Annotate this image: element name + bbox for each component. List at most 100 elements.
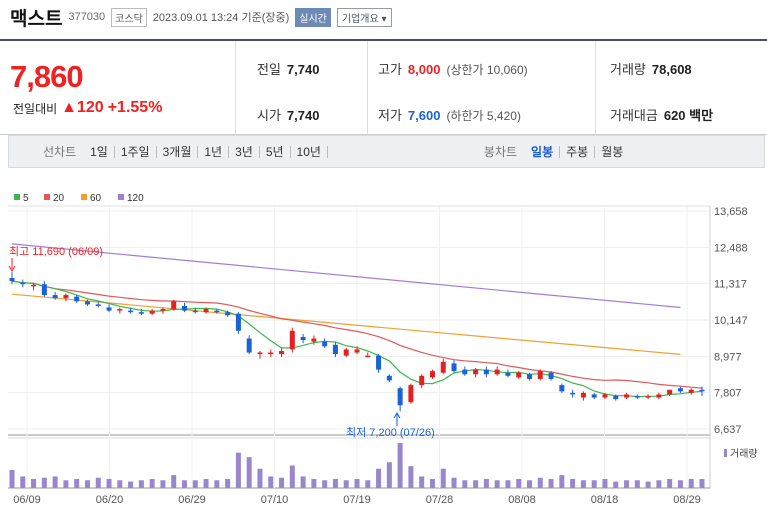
stat-label: 시가 <box>257 108 281 123</box>
candle-body <box>31 284 37 287</box>
candle-body <box>332 344 338 355</box>
volume-bar <box>182 480 187 488</box>
tab-1y[interactable]: 1년 <box>198 145 230 158</box>
change-line: 전일대비 ▲120 +1.55% <box>13 99 162 117</box>
tab-3m[interactable]: 3개월 <box>157 145 199 158</box>
tab-3y[interactable]: 3년 <box>229 145 260 158</box>
y-tick-label: 13,658 <box>714 206 748 218</box>
volume-bar <box>106 479 112 488</box>
stat-volume: 거래량 78,608 <box>610 59 692 78</box>
volume-bar <box>462 480 468 488</box>
volume-bar <box>580 480 586 488</box>
volume-bar <box>656 480 662 488</box>
stat-prev-close: 전일 7,740 <box>257 59 319 78</box>
candle-body <box>537 371 543 379</box>
volume-bar <box>52 476 58 488</box>
candle-body <box>95 304 101 306</box>
candle-body <box>408 385 414 403</box>
volume-bar <box>688 479 694 488</box>
chart-legend: 5 20 60 120 거래량 <box>14 193 758 460</box>
legend-swatch <box>118 194 124 200</box>
volume-bar <box>63 480 69 488</box>
candle-body <box>138 312 144 314</box>
volume-bar <box>332 479 338 488</box>
volume-bar <box>440 468 446 488</box>
x-tick-label: 08/18 <box>591 494 619 506</box>
stat-low: 저가 7,600 (하한가 5,420) <box>378 105 521 124</box>
volume-bar <box>322 480 328 488</box>
volume-bar <box>41 477 47 488</box>
volume-bar <box>645 481 651 488</box>
tab-1w[interactable]: 1주일 <box>115 145 157 158</box>
legend-swatch <box>14 194 20 200</box>
tab-10y[interactable]: 10년 <box>291 145 328 158</box>
candle-body <box>128 310 134 313</box>
legend-swatch <box>81 194 87 200</box>
stat-label: 고가 <box>378 62 402 77</box>
volume-bar <box>225 479 231 488</box>
volume-bar <box>289 465 295 488</box>
volume-bar <box>74 479 80 488</box>
candle-body <box>570 392 576 395</box>
candle-body <box>149 310 155 314</box>
candle-body <box>257 352 263 355</box>
candle-body <box>117 309 123 311</box>
candle-body <box>171 301 177 310</box>
high-annotation: 최고 11,690 (06/09) <box>9 245 103 258</box>
candle-body <box>548 372 554 379</box>
company-overview-dropdown[interactable]: 기업개요 ▾ <box>336 7 392 27</box>
candle-body <box>300 336 306 341</box>
realtime-button[interactable]: 실시간 <box>295 7 331 27</box>
candle-body <box>462 369 468 375</box>
stat-high: 고가 8,000 (상한가 10,060) <box>378 59 528 78</box>
volume-bar <box>235 452 241 488</box>
tab-monthly[interactable]: 월봉 <box>595 146 629 158</box>
chart-annotations: 최고 11,690 (06/09) 최저 7,200 (07/26) <box>8 245 435 439</box>
tab-1d[interactable]: 1일 <box>84 145 115 158</box>
x-tick-label: 06/20 <box>96 494 124 506</box>
volume-bar <box>386 462 392 488</box>
change-value: ▲120 <box>61 99 104 116</box>
legend-label: 5 <box>23 193 29 204</box>
candle-body <box>505 372 511 376</box>
current-price: 7,860 <box>10 59 84 94</box>
volume-bar <box>128 481 134 488</box>
candle-body <box>289 330 295 350</box>
candle-body <box>429 371 435 378</box>
volume-bar <box>354 479 360 488</box>
candle-body <box>203 309 209 313</box>
candle-body <box>527 374 532 379</box>
y-tick-label: 10,147 <box>714 315 748 327</box>
y-tick-label: 6,637 <box>714 424 742 436</box>
volume-bar <box>9 470 15 488</box>
tab-5y[interactable]: 5년 <box>260 145 291 158</box>
tab-daily[interactable]: 일봉 <box>525 145 561 158</box>
y-tick-label: 8,977 <box>714 351 742 363</box>
candle-body <box>9 278 15 282</box>
volume-bar <box>376 468 382 488</box>
volume-bar <box>516 479 522 488</box>
legend-label: 20 <box>53 193 65 204</box>
stat-value: 7,740 <box>286 108 320 123</box>
volume-legend-swatch <box>724 449 727 457</box>
title-bar: 맥스트 377030 코스닥 2023.09.01 13:24 기준(장중) 실… <box>0 0 767 34</box>
volume-bar <box>268 476 274 488</box>
volume-bar <box>667 479 673 488</box>
tab-weekly[interactable]: 주봉 <box>560 145 596 158</box>
candle-body <box>634 395 640 398</box>
volume-bar <box>31 479 37 488</box>
stat-label: 거래대금 <box>610 108 658 123</box>
volume-bar <box>203 479 209 488</box>
candle-body <box>645 395 651 398</box>
upper-limit: (상한가 10,060) <box>446 63 528 77</box>
candle-body <box>613 395 619 400</box>
volume-bar <box>192 480 198 488</box>
volume-bar <box>473 480 479 488</box>
volume-bar <box>149 479 155 488</box>
x-tick-label: 06/29 <box>178 494 206 506</box>
candle-body <box>343 349 349 356</box>
candle-body <box>483 369 489 375</box>
candle-body <box>473 369 479 375</box>
volume-bar <box>171 475 177 488</box>
candle-body <box>41 284 47 296</box>
